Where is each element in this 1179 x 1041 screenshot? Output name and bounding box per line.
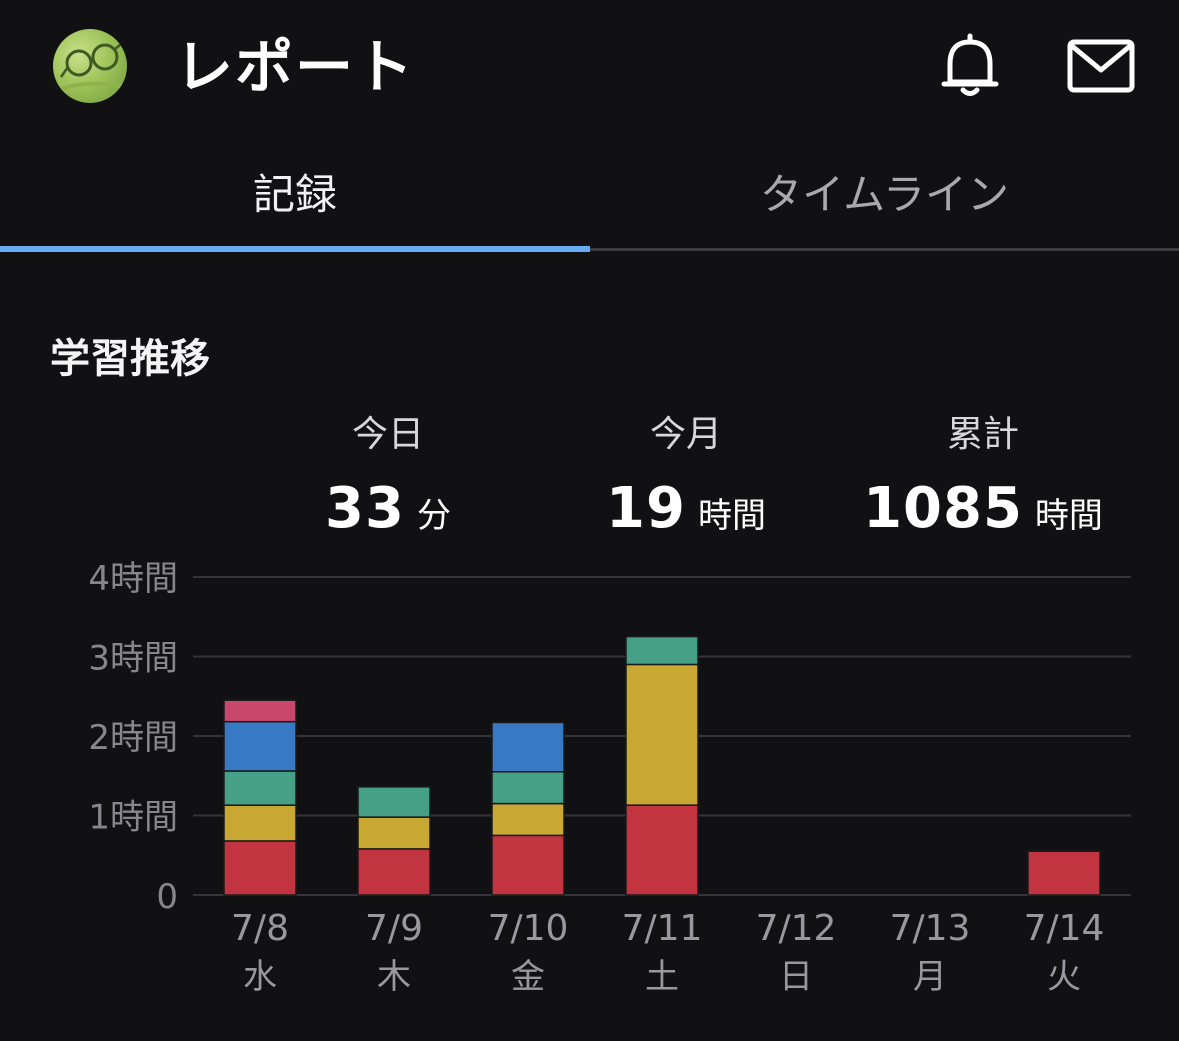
x-tick-label: 7/11: [622, 908, 703, 949]
stat-total: 累計 1085 時間: [853, 413, 1113, 539]
x-tick-label: 7/12: [756, 908, 837, 949]
bar-segment: [223, 720, 297, 772]
x-weekday-label: 火: [1047, 957, 1081, 997]
bar-segment: [491, 721, 565, 773]
x-weekday-label: 日: [779, 957, 813, 997]
x-weekday-label: 金: [511, 957, 545, 997]
bell-icon[interactable]: [938, 30, 1002, 100]
bar-segment: [491, 802, 565, 837]
bar-segment: [223, 770, 297, 806]
report-screen: レポート 記録 タイムライン 学習推移 今日 33 分 今月 19 時間 累計 …: [0, 0, 1179, 1041]
bar-segment: [357, 786, 431, 818]
bar-segment: [1027, 850, 1101, 896]
stat-total-value-row: 1085 時間: [853, 479, 1113, 539]
bar-segment: [625, 663, 699, 806]
tab-bar: 記録 タイムライン: [0, 135, 1179, 253]
stat-total-label: 累計: [946, 414, 1019, 455]
x-weekday-label: 土: [645, 957, 679, 997]
stat-today-value: 33: [325, 476, 405, 541]
x-tick-label: 7/8: [231, 908, 289, 949]
x-weekday-label: 月: [913, 957, 947, 997]
tab-records[interactable]: 記録: [0, 135, 590, 247]
bar-segment: [491, 771, 565, 805]
stat-today-unit: 分: [416, 496, 451, 536]
y-tick-label: 1時間: [88, 798, 178, 838]
stat-month-label: 今月: [649, 414, 722, 455]
stacked-bar-chart: 0 1時間 2時間 3時間 4時間 7/8 水 7/9 木 7/10 金 7/11 土 7/12 日 7/13…: [88, 559, 1131, 997]
bar-segment: [491, 834, 565, 896]
y-tick-label: 3時間: [88, 639, 178, 679]
y-tick-label: 0: [156, 877, 178, 917]
stat-month-unit: 時間: [697, 496, 766, 536]
y-tick-label: 2時間: [88, 718, 178, 758]
stat-total-value: 1085: [863, 476, 1023, 541]
bar-segment: [223, 699, 297, 723]
x-weekday-label: 木: [377, 957, 411, 997]
section-title: 学習推移: [50, 336, 210, 382]
x-tick-label: 7/14: [1024, 908, 1105, 949]
bar-segment: [625, 635, 699, 666]
active-tab-indicator: [0, 246, 590, 252]
bar-segment: [625, 804, 699, 896]
stat-today: 今日 33 分: [258, 413, 518, 539]
tab-timeline[interactable]: タイムライン: [590, 135, 1179, 247]
avatar[interactable]: [53, 29, 127, 103]
bar-segment: [357, 848, 431, 896]
x-tick-label: 7/13: [890, 908, 971, 949]
stat-today-value-row: 33 分: [258, 479, 518, 539]
page-title: レポート: [175, 33, 416, 101]
stat-total-unit: 時間: [1034, 496, 1103, 536]
stat-month-value-row: 19 時間: [556, 479, 816, 539]
x-tick-label: 7/9: [365, 908, 423, 949]
mail-icon[interactable]: [1066, 38, 1136, 94]
y-tick-label: 4時間: [88, 559, 178, 599]
app-header: レポート: [0, 0, 1179, 135]
x-tick-label: 7/10: [488, 908, 569, 949]
x-weekday-label: 水: [243, 957, 277, 997]
stat-month: 今月 19 時間: [556, 413, 816, 539]
stat-today-label: 今日: [351, 414, 424, 455]
bar-segment: [223, 840, 297, 896]
stat-month-value: 19: [606, 476, 686, 541]
study-chart: 0 1時間 2時間 3時間 4時間 7/8 水 7/9 木 7/10 金 7/11 土 7/12 日 7/13…: [0, 550, 1179, 1020]
bar-segment: [357, 816, 431, 850]
bar-segment: [223, 804, 297, 842]
avatar-glasses-image: [56, 40, 126, 93]
